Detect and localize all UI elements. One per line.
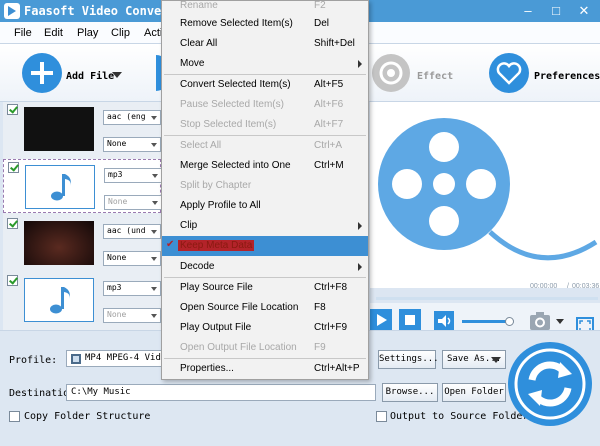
- subtitle-select[interactable]: None: [103, 251, 161, 266]
- menu-item-split-by-chapter: Split by Chapter: [180, 180, 252, 191]
- current-time: 00:00:00: [530, 283, 558, 290]
- music-note-icon: [50, 287, 70, 314]
- film-icon: [71, 354, 81, 364]
- checkmark-icon: ✔: [166, 239, 175, 250]
- plus-icon: [31, 62, 53, 84]
- file-checkbox[interactable]: [7, 275, 18, 286]
- subtitle-select[interactable]: None: [103, 137, 161, 152]
- volume-slider[interactable]: [462, 317, 514, 326]
- menu-item-merge[interactable]: Merge Selected into One Ctrl+M: [162, 156, 368, 176]
- output-to-source-checkbox[interactable]: [376, 411, 387, 422]
- menu-item-play-source[interactable]: Play Source File Ctrl+F8: [162, 278, 368, 298]
- save-as-button[interactable]: Save As...: [442, 350, 506, 369]
- music-note-icon: [51, 174, 71, 201]
- menu-item-remove-selected[interactable]: Remove Selected Item(s) Del: [162, 14, 368, 34]
- heart-icon: [496, 62, 522, 85]
- subtitle-select: None: [104, 195, 162, 210]
- app-logo-icon: [4, 3, 20, 19]
- speaker-icon: [438, 315, 451, 327]
- open-folder-button[interactable]: Open Folder: [442, 383, 506, 402]
- menu-file[interactable]: File: [14, 27, 32, 39]
- menu-item-stop-selected: Stop Selected Item(s) Alt+F7: [180, 119, 344, 130]
- add-file-label: Add File: [66, 71, 115, 82]
- file-list: aac (eng None mp3 None aac (und None mp3…: [3, 102, 162, 330]
- audio-track-select[interactable]: mp3: [104, 168, 162, 183]
- mute-button[interactable]: [434, 311, 454, 331]
- menu-item-keep-meta-data[interactable]: ✔ Keep Meta Data: [162, 236, 368, 256]
- audio-thumbnail: [24, 278, 94, 322]
- video-thumbnail: [24, 221, 94, 265]
- file-row[interactable]: aac (und None: [3, 216, 161, 270]
- total-time: 00:03:36: [572, 283, 600, 290]
- menu-item-play-output[interactable]: Play Output File Ctrl+F9: [162, 318, 368, 338]
- preferences-label: Preferences: [534, 71, 600, 82]
- file-checkbox[interactable]: [7, 104, 18, 115]
- menu-item-open-output-location: Open Output File Location F9: [180, 342, 326, 353]
- file-row[interactable]: mp3 None: [3, 273, 161, 327]
- menu-item-decode[interactable]: Decode: [162, 257, 368, 277]
- menu-play[interactable]: Play: [77, 27, 98, 39]
- convert-button[interactable]: [508, 342, 592, 426]
- convert-refresh-icon: [514, 348, 586, 420]
- stop-button[interactable]: [399, 309, 421, 331]
- preferences-button[interactable]: [489, 53, 529, 93]
- audio-track-select[interactable]: mp3: [103, 281, 161, 296]
- submenu-arrow-icon: [358, 60, 362, 68]
- settings-button[interactable]: Settings...: [378, 350, 439, 369]
- menu-item-pause-selected: Pause Selected Item(s) Alt+F6: [180, 99, 344, 110]
- file-row[interactable]: aac (eng None: [3, 102, 161, 156]
- play-icon: [377, 314, 387, 326]
- menu-item-clip[interactable]: Clip: [162, 216, 368, 236]
- chevron-down-icon[interactable]: [556, 319, 564, 324]
- profile-select[interactable]: MP4 MPEG-4 Video: [66, 350, 166, 367]
- menu-item-move[interactable]: Move: [162, 54, 368, 74]
- stop-icon: [405, 315, 415, 325]
- copy-folder-structure-label: Copy Folder Structure: [24, 411, 151, 422]
- profile-label: Profile:: [9, 355, 58, 366]
- add-file-button[interactable]: [22, 53, 62, 93]
- menu-item-apply-profile[interactable]: Apply Profile to All: [162, 196, 368, 216]
- play-button[interactable]: [370, 309, 392, 331]
- audio-track-select[interactable]: aac (eng: [103, 110, 161, 125]
- copy-folder-structure-checkbox[interactable]: [9, 411, 20, 422]
- seek-bar[interactable]: [376, 297, 598, 300]
- submenu-arrow-icon: [358, 263, 362, 271]
- maximize-button[interactable]: □: [542, 0, 570, 22]
- menu-edit[interactable]: Edit: [44, 27, 63, 39]
- audio-track-select[interactable]: aac (und: [103, 224, 161, 239]
- file-checkbox[interactable]: [8, 162, 19, 173]
- menu-item-properties[interactable]: Properties... Ctrl+Alt+P: [162, 359, 368, 379]
- menu-item-open-source-location[interactable]: Open Source File Location F8: [162, 298, 368, 318]
- volume-level: [462, 320, 509, 323]
- file-row[interactable]: mp3 None: [3, 159, 162, 213]
- effect-icon: [379, 61, 403, 85]
- menu-item-select-all: Select All Ctrl+A: [180, 140, 343, 151]
- video-thumbnail: [24, 107, 94, 151]
- menu-item-convert-selected[interactable]: Convert Selected Item(s) Alt+F5: [162, 75, 368, 95]
- film-reel-icon: [378, 118, 598, 261]
- audio-thumbnail: [25, 165, 95, 209]
- menu-clip[interactable]: Clip: [111, 27, 130, 39]
- effect-label: Effect: [417, 71, 454, 82]
- preview-pane: [370, 102, 600, 288]
- subtitle-select: None: [103, 308, 161, 323]
- effect-button[interactable]: [372, 54, 410, 92]
- minimize-button[interactable]: –: [514, 0, 542, 22]
- browse-button[interactable]: Browse...: [382, 383, 438, 402]
- file-checkbox[interactable]: [7, 218, 18, 229]
- menu-item-clear-all[interactable]: Clear All Shift+Del: [162, 34, 368, 54]
- profile-value: MP4 MPEG-4 Video: [85, 353, 166, 363]
- destination-input[interactable]: C:\My Music: [66, 384, 376, 401]
- close-button[interactable]: ✕: [570, 0, 598, 22]
- submenu-arrow-icon: [358, 222, 362, 230]
- chevron-down-icon: [491, 357, 501, 363]
- chevron-down-icon[interactable]: [112, 72, 122, 78]
- volume-handle[interactable]: [504, 317, 514, 326]
- context-menu: Rename F2 Remove Selected Item(s) Del Clea…: [161, 0, 369, 380]
